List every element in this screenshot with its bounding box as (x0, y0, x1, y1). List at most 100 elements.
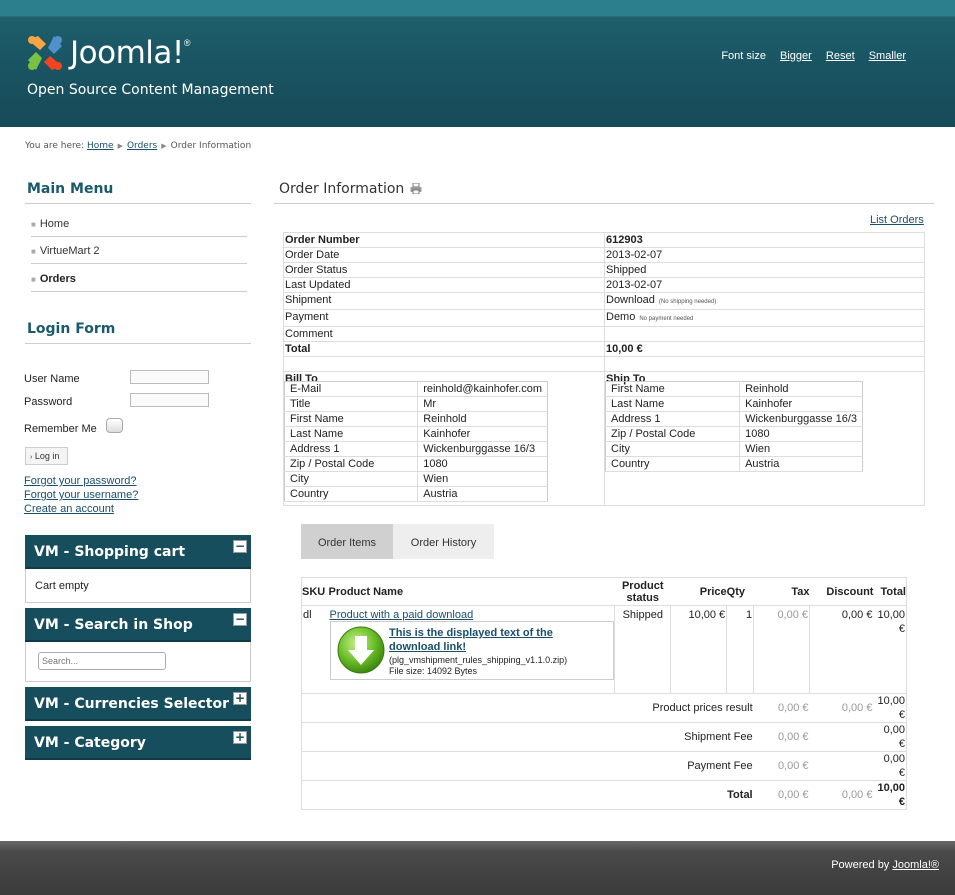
header-line: status (626, 591, 659, 604)
create-account-link[interactable]: Create an account (24, 503, 114, 515)
module-title: VM - Shopping cart (34, 544, 186, 560)
joomla-logo-icon (24, 32, 66, 74)
registered-mark: ® (183, 38, 191, 48)
row-label: Comment (283, 326, 605, 342)
bullet-icon: ■ (31, 247, 36, 256)
summary-label: Payment Fee (301, 751, 754, 781)
breadcrumb-home[interactable]: Home (87, 141, 114, 151)
collapse-icon[interactable]: − (233, 540, 247, 553)
download-arrow-icon[interactable] (336, 625, 386, 675)
row-value: 2013-02-07 (604, 277, 925, 293)
vm-shopping-cart-header[interactable]: VM - Shopping cart − (25, 535, 251, 569)
menu-item-virtuemart[interactable]: ■ VirtueMart 2 (31, 237, 247, 264)
font-reset-link[interactable]: Reset (826, 50, 855, 62)
menu-item-home[interactable]: ■ Home (31, 210, 247, 237)
row-value: 612903 (604, 232, 925, 248)
site-footer: Powered by Joomla!® (0, 841, 955, 895)
joomla-logo[interactable]: Joomla! ® (24, 32, 190, 74)
download-link[interactable]: This is the displayed text of the downlo… (389, 626, 553, 654)
breadcrumb-separator-icon: ▶ (117, 142, 123, 150)
table-row: Country Austria (605, 456, 863, 472)
summary-total: 0,00 € (873, 722, 907, 752)
field-label: Country (605, 456, 741, 472)
page-title: Order Information (279, 181, 422, 197)
field-value: Wickenburggasse 16/3 (417, 441, 548, 457)
module-title: VM - Search in Shop (34, 617, 193, 633)
summary-discount (809, 751, 874, 781)
joomla-link[interactable]: Joomla!® (892, 859, 939, 871)
table-row: Payment Demo No payment needed (283, 309, 925, 327)
row-label: Order Status (283, 262, 605, 278)
table-row: Last Name Kainhofer (284, 426, 548, 442)
table-row: Order Number 612903 (283, 232, 925, 248)
row-value: 2013-02-07 (604, 247, 925, 263)
font-bigger-link[interactable]: Bigger (780, 50, 812, 62)
col-tax: Tax (753, 577, 810, 606)
row-label: Order Date (283, 247, 605, 263)
summary-label: Shipment Fee (301, 722, 754, 752)
menu-item-label: Home (39, 218, 70, 230)
row-value: Demo No payment needed (604, 309, 925, 327)
login-button[interactable]: › Log in (25, 447, 68, 465)
breadcrumb-current: Order Information (170, 141, 252, 151)
expand-icon[interactable]: + (233, 692, 247, 705)
tab-order-items[interactable]: Order Items (301, 524, 393, 559)
field-label: Country (284, 486, 419, 502)
menu-item-orders[interactable]: ■ Orders (31, 265, 247, 292)
tab-order-history[interactable]: Order History (393, 524, 494, 559)
shipment-note: (No shipping needed) (658, 299, 717, 305)
field-value: Wickenburggasse 16/3 (739, 411, 863, 427)
row-value: Download (No shipping needed) (604, 292, 925, 310)
breadcrumb-orders[interactable]: Orders (127, 141, 157, 151)
spacer-cell (604, 356, 925, 372)
vm-search-header[interactable]: VM - Search in Shop − (25, 608, 251, 642)
item-status: Shipped (614, 605, 672, 694)
product-link[interactable]: Product with a paid download (329, 609, 473, 621)
menu-item-label: VirtueMart 2 (39, 245, 100, 257)
font-size-label: Font size (721, 50, 766, 62)
table-row: Order Status Shipped (283, 262, 925, 278)
col-product-status: Product status (614, 577, 671, 606)
password-label: Password (24, 396, 73, 408)
field-label: First Name (605, 381, 741, 397)
field-value: Reinhold (417, 411, 548, 427)
forgot-password-link[interactable]: Forgot your password? (24, 475, 137, 487)
print-icon[interactable] (410, 182, 422, 194)
field-value: Wien (417, 471, 548, 487)
download-link-line: This is the displayed text of the (389, 627, 553, 639)
field-value: reinhold@kainhofer.com (417, 381, 548, 397)
header-line: Product (621, 579, 664, 592)
summary-discount: 0,00 € (809, 693, 874, 723)
forgot-username-link[interactable]: Forgot your username? (24, 489, 138, 501)
collapse-icon[interactable]: − (233, 613, 247, 626)
summary-total: 0,00 € (873, 751, 907, 781)
password-input[interactable] (130, 393, 209, 407)
site-header: Joomla! ® Open Source Content Management … (0, 0, 955, 127)
table-row: Total 10,00 € (283, 341, 925, 357)
vm-currencies-header[interactable]: VM - Currencies Selector + (25, 687, 251, 721)
download-link-line: download link! (389, 641, 466, 653)
font-smaller-link[interactable]: Smaller (869, 50, 906, 62)
field-value: Mr (417, 396, 548, 412)
summary-tax: 0,00 € (753, 722, 810, 752)
bullet-icon: ■ (31, 220, 36, 229)
list-orders-link[interactable]: List Orders (870, 214, 924, 226)
payment-value: Demo (606, 311, 636, 323)
field-label: Address 1 (605, 411, 741, 427)
summary-discount (809, 722, 874, 752)
vm-category-header[interactable]: VM - Category + (25, 726, 251, 760)
module-title: VM - Currencies Selector (34, 696, 230, 712)
username-input[interactable] (130, 370, 209, 384)
expand-icon[interactable]: + (233, 731, 247, 744)
table-header-row: SKU Product Name Product status Price Qty… (301, 577, 907, 606)
table-row: E-Mail reinhold@kainhofer.com (284, 381, 548, 397)
col-total: Total (873, 577, 907, 606)
remember-me-checkbox[interactable] (106, 418, 123, 433)
table-row: Zip / Postal Code 1080 (605, 426, 863, 442)
shop-search-input[interactable] (38, 652, 166, 670)
field-value: Kainhofer (739, 396, 863, 412)
col-product-name: Product Name (328, 577, 615, 606)
ship-to-table: First Name Reinhold Last Name Kainhofer Ad… (605, 381, 863, 472)
table-row: First Name Reinhold (284, 411, 548, 427)
field-label: Last Name (605, 396, 741, 412)
